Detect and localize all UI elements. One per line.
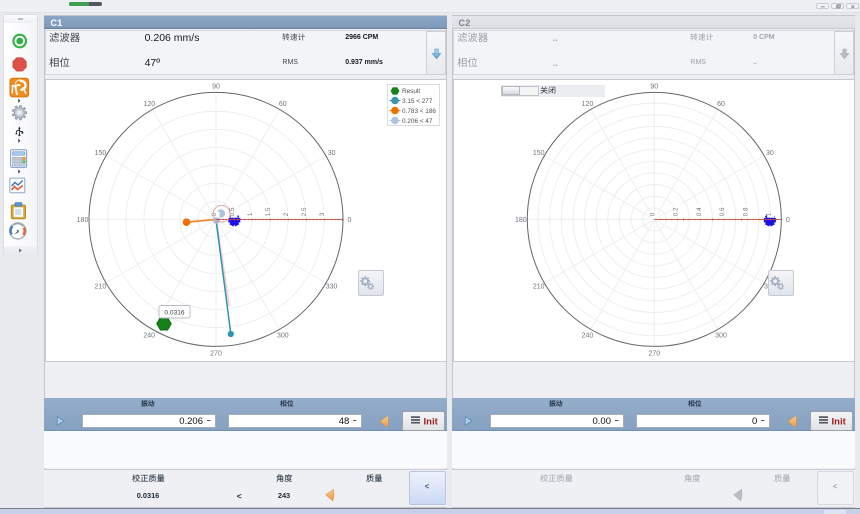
svg-text:270: 270 (648, 350, 660, 357)
svg-text:Init: Init (423, 416, 438, 427)
svg-text:0: 0 (348, 217, 352, 224)
svg-text:270: 270 (210, 350, 222, 357)
svg-text:1: 1 (247, 212, 254, 216)
svg-text:60: 60 (279, 101, 287, 108)
svg-text:120: 120 (582, 101, 594, 108)
svg-text:0.8: 0.8 (742, 207, 749, 216)
svg-text:0.0316: 0.0316 (164, 309, 185, 316)
svg-text:90: 90 (212, 83, 220, 90)
svg-text:1.5: 1.5 (265, 207, 272, 216)
svg-text:30: 30 (328, 150, 336, 157)
svg-text:0: 0 (211, 212, 218, 216)
svg-text:240: 240 (582, 332, 594, 339)
svg-text:210: 210 (95, 284, 107, 291)
svg-text:2: 2 (283, 212, 290, 216)
svg-text:210: 210 (533, 284, 545, 291)
svg-text:150: 150 (95, 150, 107, 157)
svg-text:120: 120 (143, 101, 155, 108)
svg-text:1: 1 (766, 212, 773, 216)
svg-text:0: 0 (786, 217, 790, 224)
svg-text:3: 3 (319, 212, 326, 216)
svg-text:180: 180 (77, 217, 89, 224)
svg-text:2.5: 2.5 (301, 207, 308, 216)
svg-text:90: 90 (650, 83, 658, 90)
svg-text:300: 300 (715, 332, 727, 339)
svg-text:180: 180 (515, 217, 527, 224)
svg-text:150: 150 (533, 150, 545, 157)
svg-text:0.4: 0.4 (696, 207, 703, 216)
svg-text:0.2: 0.2 (673, 207, 680, 216)
svg-text:Init: Init (831, 416, 846, 427)
svg-text:60: 60 (717, 101, 725, 108)
svg-text:30: 30 (766, 150, 774, 157)
svg-text:330: 330 (326, 284, 338, 291)
svg-text:0.6: 0.6 (719, 207, 726, 216)
svg-text:300: 300 (277, 332, 289, 339)
svg-text:240: 240 (143, 332, 155, 339)
svg-text:0: 0 (649, 212, 656, 216)
